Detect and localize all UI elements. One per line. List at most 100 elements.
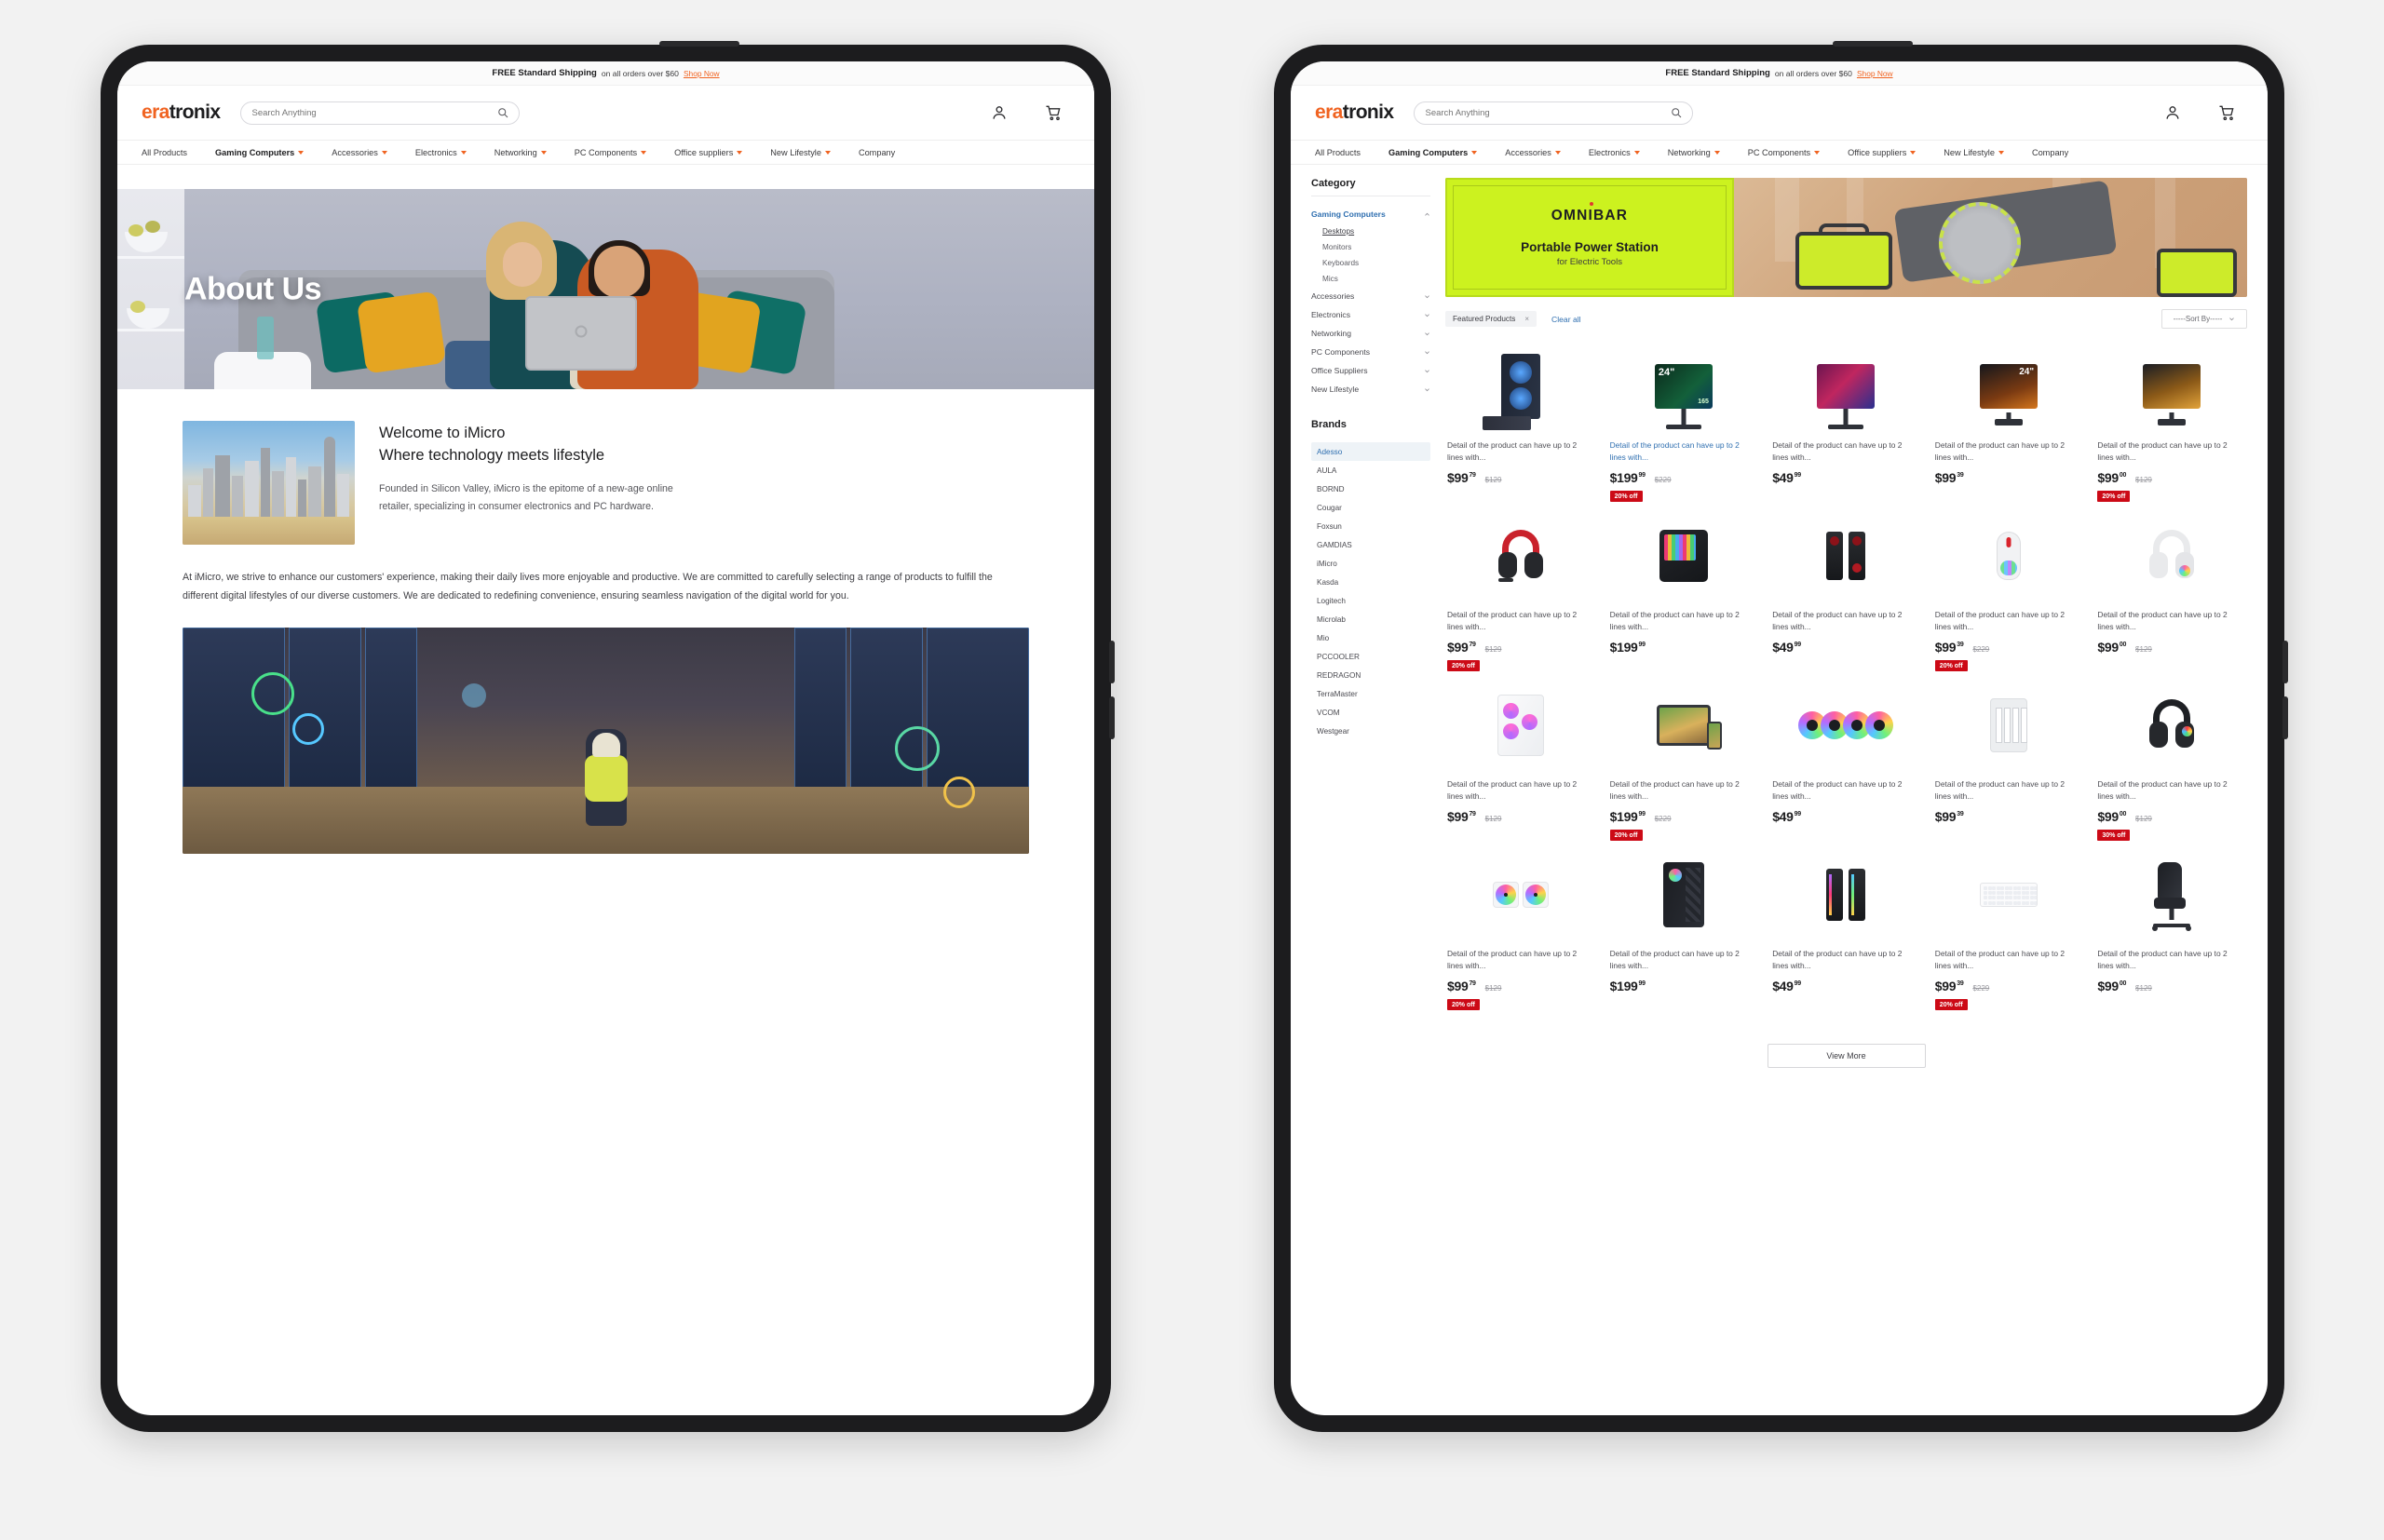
brand-item-adesso[interactable]: Adesso bbox=[1311, 442, 1430, 461]
brand-item-vcom[interactable]: VCOM bbox=[1311, 703, 1430, 722]
product-card[interactable]: Detail of the product can have up to 2 l… bbox=[1933, 509, 2085, 673]
product-image-wrap[interactable] bbox=[1935, 681, 2083, 770]
product-description[interactable]: Detail of the product can have up to 2 l… bbox=[1447, 609, 1595, 633]
nav-item-company[interactable]: Company bbox=[2032, 148, 2068, 157]
product-card[interactable]: Detail of the product can have up to 2 l… bbox=[1933, 679, 2085, 843]
promo-banner[interactable]: OMNIBAR Portable Power Station for Elect… bbox=[1445, 178, 2247, 297]
sidebar-subcategory-mics[interactable]: Mics bbox=[1311, 271, 1430, 287]
nav-item-networking[interactable]: Networking bbox=[494, 148, 547, 157]
volume-down-button[interactable] bbox=[1109, 696, 1115, 739]
sidebar-subcategory-monitors[interactable]: Monitors bbox=[1311, 239, 1430, 255]
nav-item-office-suppliers[interactable]: Office suppliers bbox=[674, 148, 743, 157]
chevron-down-icon[interactable] bbox=[1424, 386, 1430, 393]
brand-item-kasda[interactable]: Kasda bbox=[1311, 573, 1430, 591]
sidebar-category-accessories[interactable]: Accessories bbox=[1311, 287, 1430, 305]
product-image-wrap[interactable] bbox=[1772, 342, 1920, 431]
product-card[interactable]: Detail of the product can have up to 2 l… bbox=[1770, 509, 1922, 673]
search-box[interactable] bbox=[240, 101, 521, 125]
product-card[interactable]: Detail of the product can have up to 2 l… bbox=[1445, 848, 1597, 1012]
brand-item-cougar[interactable]: Cougar bbox=[1311, 498, 1430, 517]
product-card[interactable]: Detail of the product can have up to 2 l… bbox=[2095, 679, 2247, 843]
promo-shop-now-link-right[interactable]: Shop Now bbox=[1857, 69, 1893, 78]
cart-icon[interactable] bbox=[1044, 103, 1063, 122]
search-icon[interactable] bbox=[497, 107, 508, 118]
product-description[interactable]: Detail of the product can have up to 2 l… bbox=[1610, 609, 1758, 633]
product-description[interactable]: Detail of the product can have up to 2 l… bbox=[1447, 778, 1595, 803]
sidebar-category-networking[interactable]: Networking bbox=[1311, 324, 1430, 343]
product-card[interactable]: Detail of the product can have up to 2 l… bbox=[2095, 848, 2247, 1012]
brand-item-redragon[interactable]: REDRAGON bbox=[1311, 666, 1430, 684]
product-description[interactable]: Detail of the product can have up to 2 l… bbox=[1772, 609, 1920, 633]
product-card[interactable]: Detail of the product can have up to 2 l… bbox=[1445, 340, 1597, 504]
product-description[interactable]: Detail of the product can have up to 2 l… bbox=[1772, 948, 1920, 972]
nav-item-accessories[interactable]: Accessories bbox=[1505, 148, 1561, 157]
nav-item-all-products[interactable]: All Products bbox=[142, 148, 187, 157]
chevron-down-icon[interactable] bbox=[1424, 331, 1430, 337]
sidebar-category-gaming-computers[interactable]: Gaming Computers bbox=[1311, 205, 1430, 223]
product-card[interactable]: 24" 165 Detail of the product can have up … bbox=[1608, 340, 1760, 504]
product-card[interactable]: Detail of the product can have up to 2 l… bbox=[1933, 848, 2085, 1012]
nav-item-accessories[interactable]: Accessories bbox=[332, 148, 387, 157]
brand-item-aula[interactable]: AULA bbox=[1311, 461, 1430, 480]
product-description[interactable]: Detail of the product can have up to 2 l… bbox=[1772, 439, 1920, 464]
nav-item-pc-components[interactable]: PC Components bbox=[1748, 148, 1821, 157]
site-logo[interactable]: eratronix bbox=[142, 101, 221, 124]
nav-item-company[interactable]: Company bbox=[859, 148, 895, 157]
nav-item-gaming-computers[interactable]: Gaming Computers bbox=[215, 148, 305, 157]
product-description[interactable]: Detail of the product can have up to 2 l… bbox=[2097, 609, 2245, 633]
product-card[interactable]: Detail of the product can have up to 2 l… bbox=[2095, 340, 2247, 504]
nav-item-new-lifestyle[interactable]: New Lifestyle bbox=[770, 148, 831, 157]
brand-item-mio[interactable]: Mio bbox=[1311, 628, 1430, 647]
sort-by-dropdown[interactable]: -----Sort By----- bbox=[2161, 309, 2247, 329]
product-image-wrap[interactable] bbox=[1447, 511, 1595, 601]
volume-up-button[interactable] bbox=[1109, 641, 1115, 683]
product-card[interactable]: 24" Detail of the product can have up to … bbox=[1933, 340, 2085, 504]
product-card[interactable]: Detail of the product can have up to 2 l… bbox=[1608, 679, 1760, 843]
product-description[interactable]: Detail of the product can have up to 2 l… bbox=[1772, 778, 1920, 803]
product-image-wrap[interactable] bbox=[1447, 681, 1595, 770]
site-logo-right[interactable]: eratronix bbox=[1315, 101, 1394, 124]
product-image-wrap[interactable] bbox=[2097, 342, 2245, 431]
search-input-right[interactable] bbox=[1425, 107, 1672, 118]
account-icon[interactable] bbox=[990, 103, 1009, 122]
product-description[interactable]: Detail of the product can have up to 2 l… bbox=[1935, 439, 2083, 464]
power-button[interactable] bbox=[659, 41, 739, 47]
sidebar-subcategory-desktops[interactable]: Desktops bbox=[1311, 223, 1430, 239]
brand-item-foxsun[interactable]: Foxsun bbox=[1311, 517, 1430, 535]
nav-item-pc-components[interactable]: PC Components bbox=[575, 148, 647, 157]
chevron-down-icon[interactable] bbox=[1424, 312, 1430, 318]
product-description[interactable]: Detail of the product can have up to 2 l… bbox=[2097, 439, 2245, 464]
product-image-wrap[interactable] bbox=[2097, 511, 2245, 601]
nav-item-new-lifestyle[interactable]: New Lifestyle bbox=[1944, 148, 2004, 157]
sidebar-category-pc-components[interactable]: PC Components bbox=[1311, 343, 1430, 361]
active-filter-chip[interactable]: Featured Products × bbox=[1445, 311, 1537, 327]
sidebar-category-new-lifestyle[interactable]: New Lifestyle bbox=[1311, 380, 1430, 399]
account-icon-right[interactable] bbox=[2163, 103, 2182, 122]
brand-item-terramaster[interactable]: TerraMaster bbox=[1311, 684, 1430, 703]
product-image-wrap[interactable] bbox=[1935, 850, 2083, 939]
cart-icon-right[interactable] bbox=[2217, 103, 2236, 122]
brand-item-bornd[interactable]: BORND bbox=[1311, 480, 1430, 498]
product-description[interactable]: Detail of the product can have up to 2 l… bbox=[1610, 948, 1758, 972]
volume-down-button-right[interactable] bbox=[2282, 696, 2288, 739]
product-image-wrap[interactable]: 24" 165 bbox=[1610, 342, 1758, 431]
product-image-wrap[interactable] bbox=[2097, 681, 2245, 770]
brand-item-logitech[interactable]: Logitech bbox=[1311, 591, 1430, 610]
product-description[interactable]: Detail of the product can have up to 2 l… bbox=[1447, 948, 1595, 972]
product-description[interactable]: Detail of the product can have up to 2 l… bbox=[1610, 778, 1758, 803]
product-description[interactable]: Detail of the product can have up to 2 l… bbox=[1447, 439, 1595, 464]
product-description[interactable]: Detail of the product can have up to 2 l… bbox=[1935, 948, 2083, 972]
chevron-down-icon[interactable] bbox=[1424, 368, 1430, 374]
chevron-down-icon[interactable] bbox=[1424, 293, 1430, 300]
product-image-wrap[interactable] bbox=[1772, 511, 1920, 601]
product-image-wrap[interactable] bbox=[1772, 681, 1920, 770]
sidebar-category-office-suppliers[interactable]: Office Suppliers bbox=[1311, 361, 1430, 380]
nav-item-office-suppliers[interactable]: Office suppliers bbox=[1848, 148, 1917, 157]
search-input[interactable] bbox=[251, 107, 498, 118]
product-description[interactable]: Detail of the product can have up to 2 l… bbox=[1610, 439, 1758, 464]
product-image-wrap[interactable] bbox=[1610, 511, 1758, 601]
nav-item-electronics[interactable]: Electronics bbox=[415, 148, 467, 157]
product-description[interactable]: Detail of the product can have up to 2 l… bbox=[2097, 948, 2245, 972]
brand-item-microlab[interactable]: Microlab bbox=[1311, 610, 1430, 628]
product-image-wrap[interactable] bbox=[2097, 850, 2245, 939]
